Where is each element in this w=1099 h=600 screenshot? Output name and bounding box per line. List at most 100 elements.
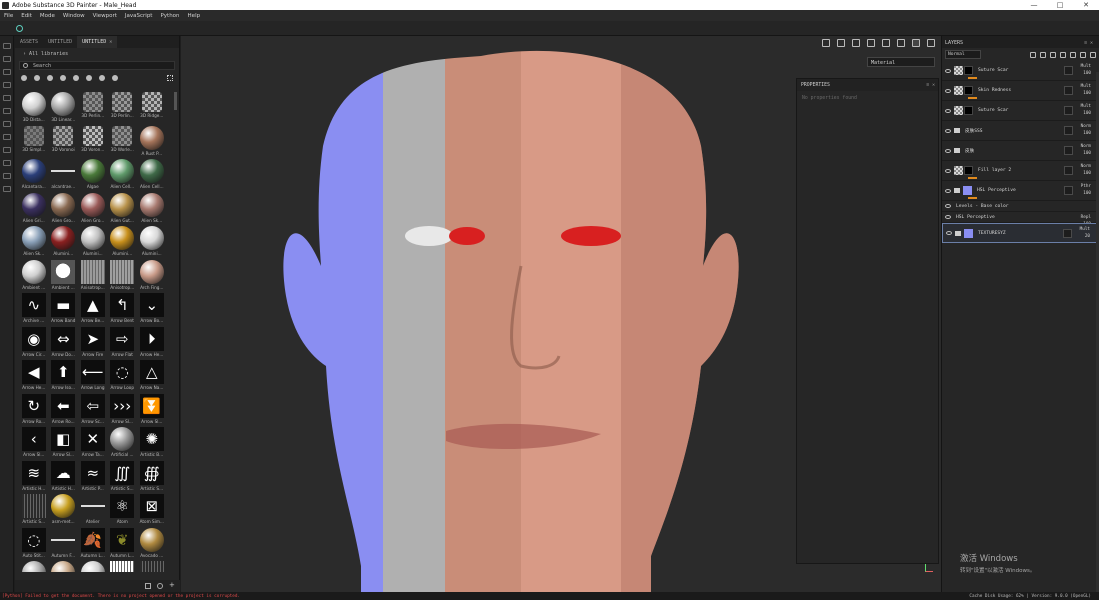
asset-item[interactable]: ◀ Arrow He... [19,360,49,394]
filter-particles-icon[interactable] [86,75,92,81]
asset-item[interactable]: ‹ Arrow Sl... [19,427,49,461]
tab-untitled-1[interactable]: UNTITLED [43,36,77,48]
asset-item[interactable]: 3D Worle... [108,125,138,160]
asset-item[interactable]: Alien Gro... [49,192,79,227]
settings-icon[interactable] [2,186,11,192]
eraser-tool-icon[interactable] [2,56,11,62]
menu-file[interactable]: File [4,13,13,19]
asset-item[interactable]: 3D Perlin... [78,92,108,126]
refresh-icon[interactable] [157,583,163,589]
asset-item[interactable] [108,561,138,572]
asset-item[interactable]: ◌ Auto Stit... [19,527,49,562]
asset-item[interactable]: Artistic S... [19,494,49,528]
asset-item[interactable]: ∰ Artistic S... [137,460,167,495]
asset-item[interactable]: ⬅ Arrow Ro... [49,393,79,428]
asset-item[interactable]: Alumini... [49,226,79,260]
breadcrumb[interactable]: › All libraries [15,48,179,59]
layer-blend-opacity[interactable]: Mult 100 [1081,83,1091,97]
asset-item[interactable]: ∿ Archive ... [19,293,49,327]
layer-row[interactable]: 皮肤 Norm 100 [942,141,1099,161]
asset-item[interactable]: 3D Simpl... [19,125,49,160]
close-button[interactable]: ✕ [1073,1,1099,9]
asset-item[interactable]: Ambient ... [19,259,49,294]
menu-viewport[interactable]: Viewport [93,13,117,19]
filter-environments-icon[interactable] [99,75,105,81]
asset-item[interactable]: ∭ Artistic S... [108,460,138,495]
search-input[interactable]: Search [19,61,175,70]
asset-item[interactable]: ≈ Artistic P... [78,460,108,495]
asset-item[interactable] [49,561,79,572]
asset-item[interactable] [19,561,49,572]
asset-item[interactable]: Arch Fing... [137,259,167,294]
bake-icon[interactable] [2,160,11,166]
assets-scrollbar[interactable] [174,92,177,110]
projection-tool-icon[interactable] [2,69,11,75]
layer-blend-opacity[interactable]: Pthr 100 [1081,183,1091,197]
plugins-icon[interactable] [2,173,11,179]
add-group-icon[interactable] [1080,51,1086,58]
visibility-eye-icon[interactable] [945,68,951,73]
asset-item[interactable]: Atelier [78,494,108,528]
asset-item[interactable]: ❦ Autumn L... [108,527,138,562]
asset-item[interactable]: Alien Cell... [137,159,167,193]
layer-blend-opacity[interactable]: Norm 100 [1081,123,1091,137]
filter-textures-icon[interactable] [47,75,53,81]
asset-item[interactable]: 🍂 Autumn L... [78,527,108,562]
visibility-eye-icon[interactable] [945,148,951,153]
layer-row[interactable]: Suture Scar Mult 100 [942,101,1099,121]
asset-item[interactable]: Anisotrop... [108,259,138,294]
asset-item[interactable]: ➤ Arrow Fire [78,326,108,361]
asset-item[interactable]: ✺ Artistic B... [137,427,167,461]
layer-row[interactable]: Fill layer 2 Norm 100 [942,161,1099,181]
asset-item[interactable]: ⟵ Arrow Long [78,360,108,394]
smart-material-icon[interactable] [1070,51,1076,58]
asset-item[interactable]: ☁ Artistic H... [49,460,79,495]
visibility-eye-icon[interactable] [945,108,951,113]
asset-item[interactable]: ✕ Arrow Ta... [78,427,108,461]
asset-item[interactable]: ◧ Arrow Sl... [49,427,79,461]
asset-item[interactable]: Autumn F... [49,527,79,562]
asset-item[interactable]: ⏬ Arrow Sl... [137,393,167,428]
asset-item[interactable]: Alumini... [78,226,108,260]
asset-item[interactable]: 3D Voronoi [49,125,79,160]
visibility-eye-icon[interactable] [945,88,951,93]
menu-edit[interactable]: Edit [21,13,32,19]
asset-item[interactable]: ⬆ Arrow Iso... [49,360,79,394]
visibility-eye-icon[interactable] [945,215,951,219]
asset-item[interactable]: Alien Sk... [19,226,49,260]
asset-item[interactable]: asm-met... [49,494,79,528]
layer-blend-opacity[interactable]: Norm 100 [1081,143,1091,157]
layers-panel-controls[interactable]: ≡ ✕ [1084,40,1093,48]
properties-panel-controls[interactable]: ≡ ✕ [926,83,935,91]
close-tab-icon[interactable]: ✕ [109,39,112,45]
asset-item[interactable]: ↰ Arrow Bent [108,293,138,327]
asset-item[interactable]: 3D Voron... [78,125,108,160]
layer-row[interactable]: 皮肤SSS Norm 100 [942,121,1099,141]
asset-item[interactable]: Alumini... [137,226,167,260]
substance-logo-icon[interactable] [16,25,23,32]
asset-item[interactable] [137,561,167,572]
asset-item[interactable] [78,561,108,572]
geometry-mask-icon[interactable] [2,82,11,88]
thumbnail-size-icon[interactable] [145,583,151,589]
asset-item[interactable]: △ Arrow Na... [137,360,167,394]
menu-mode[interactable]: Mode [40,13,55,19]
material-picker-icon[interactable] [2,121,11,127]
fill-layer-icon[interactable] [1060,51,1066,58]
visibility-eye-icon[interactable] [945,168,951,173]
menu-help[interactable]: Help [188,13,201,19]
grid-view-icon[interactable] [167,75,173,81]
layer-blend-opacity[interactable]: Mult 100 [1081,63,1091,77]
menu-window[interactable]: Window [63,13,85,19]
asset-item[interactable]: Alien Gri... [19,192,49,227]
layer-row[interactable]: Suture Scar Mult 100 [942,61,1099,81]
visibility-eye-icon[interactable] [945,188,951,193]
smudge-tool-icon[interactable] [2,95,11,101]
asset-item[interactable]: 3D Perlin... [108,92,138,126]
filter-brushes-icon[interactable] [73,75,79,81]
paint-tool-icon[interactable] [2,43,11,49]
layer-row[interactable]: Skin Redness Mult 100 [942,81,1099,101]
filter-smart-materials-icon[interactable] [34,75,40,81]
asset-item[interactable]: Alien Gut... [108,192,138,227]
asset-item[interactable]: ≋ Artistic H... [19,460,49,495]
